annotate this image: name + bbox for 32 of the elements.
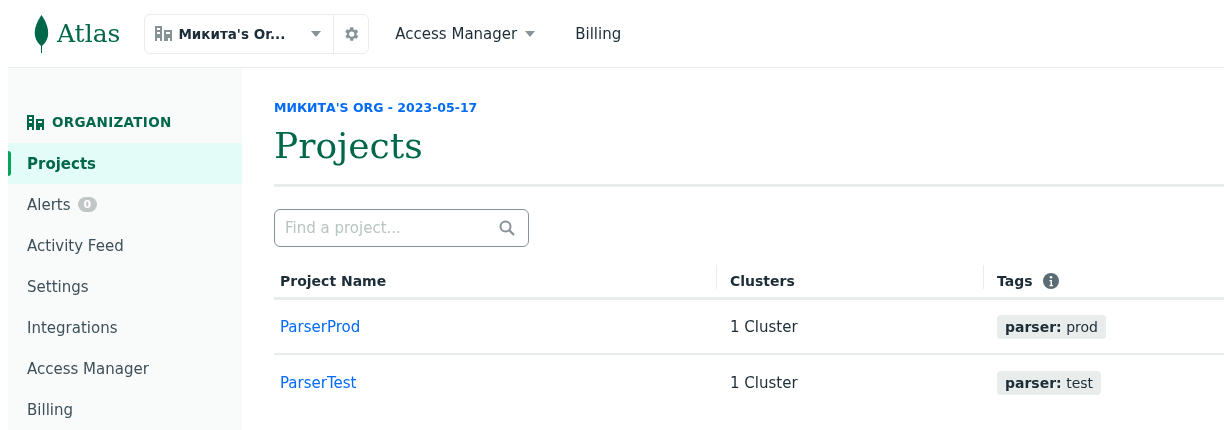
table-cell: 1 Cluster: [730, 373, 798, 392]
sidebar-link[interactable]: Settings: [27, 277, 89, 296]
nav-item[interactable]: Access Manager: [395, 24, 536, 43]
column-header: Tags: [997, 273, 1033, 289]
page-title: Projects: [274, 125, 423, 166]
sidebar-link[interactable]: Billing: [27, 400, 73, 419]
sidebar-link[interactable]: Projects: [27, 154, 96, 173]
atlas-logo: Atlas: [57, 19, 121, 48]
search-field[interactable]: Find a project...: [274, 209, 529, 247]
sidebar-link[interactable]: Access Manager: [27, 359, 149, 378]
nav-item[interactable]: Billing: [575, 24, 622, 43]
caret-icon: [311, 30, 322, 37]
breadcrumb-link[interactable]: МИКИТА'S ORG - 2023-05-17: [274, 100, 478, 115]
column-header: Clusters: [730, 273, 795, 289]
tag: parser: prod: [997, 314, 1106, 339]
tag: parser: test: [997, 370, 1102, 395]
project-link[interactable]: ParserProd: [280, 317, 361, 336]
sidebar-link[interactable]: Alerts: [27, 195, 71, 214]
search-icon: [499, 220, 515, 236]
building-icon: [155, 26, 173, 41]
sidebar-heading: ORGANIZATION: [52, 114, 172, 130]
count-badge: 0: [77, 197, 98, 212]
info-icon: [1042, 273, 1059, 289]
caret-icon: [525, 30, 536, 37]
sidebar-link[interactable]: Activity Feed: [27, 236, 124, 255]
column-header: Project Name: [280, 273, 387, 289]
sidebar-link[interactable]: Integrations: [27, 318, 118, 337]
leaf-icon: [34, 14, 49, 53]
table-cell: 1 Cluster: [730, 317, 798, 336]
project-link[interactable]: ParserTest: [280, 373, 357, 392]
building-icon: [27, 114, 44, 130]
selection-indicator: [8, 151, 11, 176]
